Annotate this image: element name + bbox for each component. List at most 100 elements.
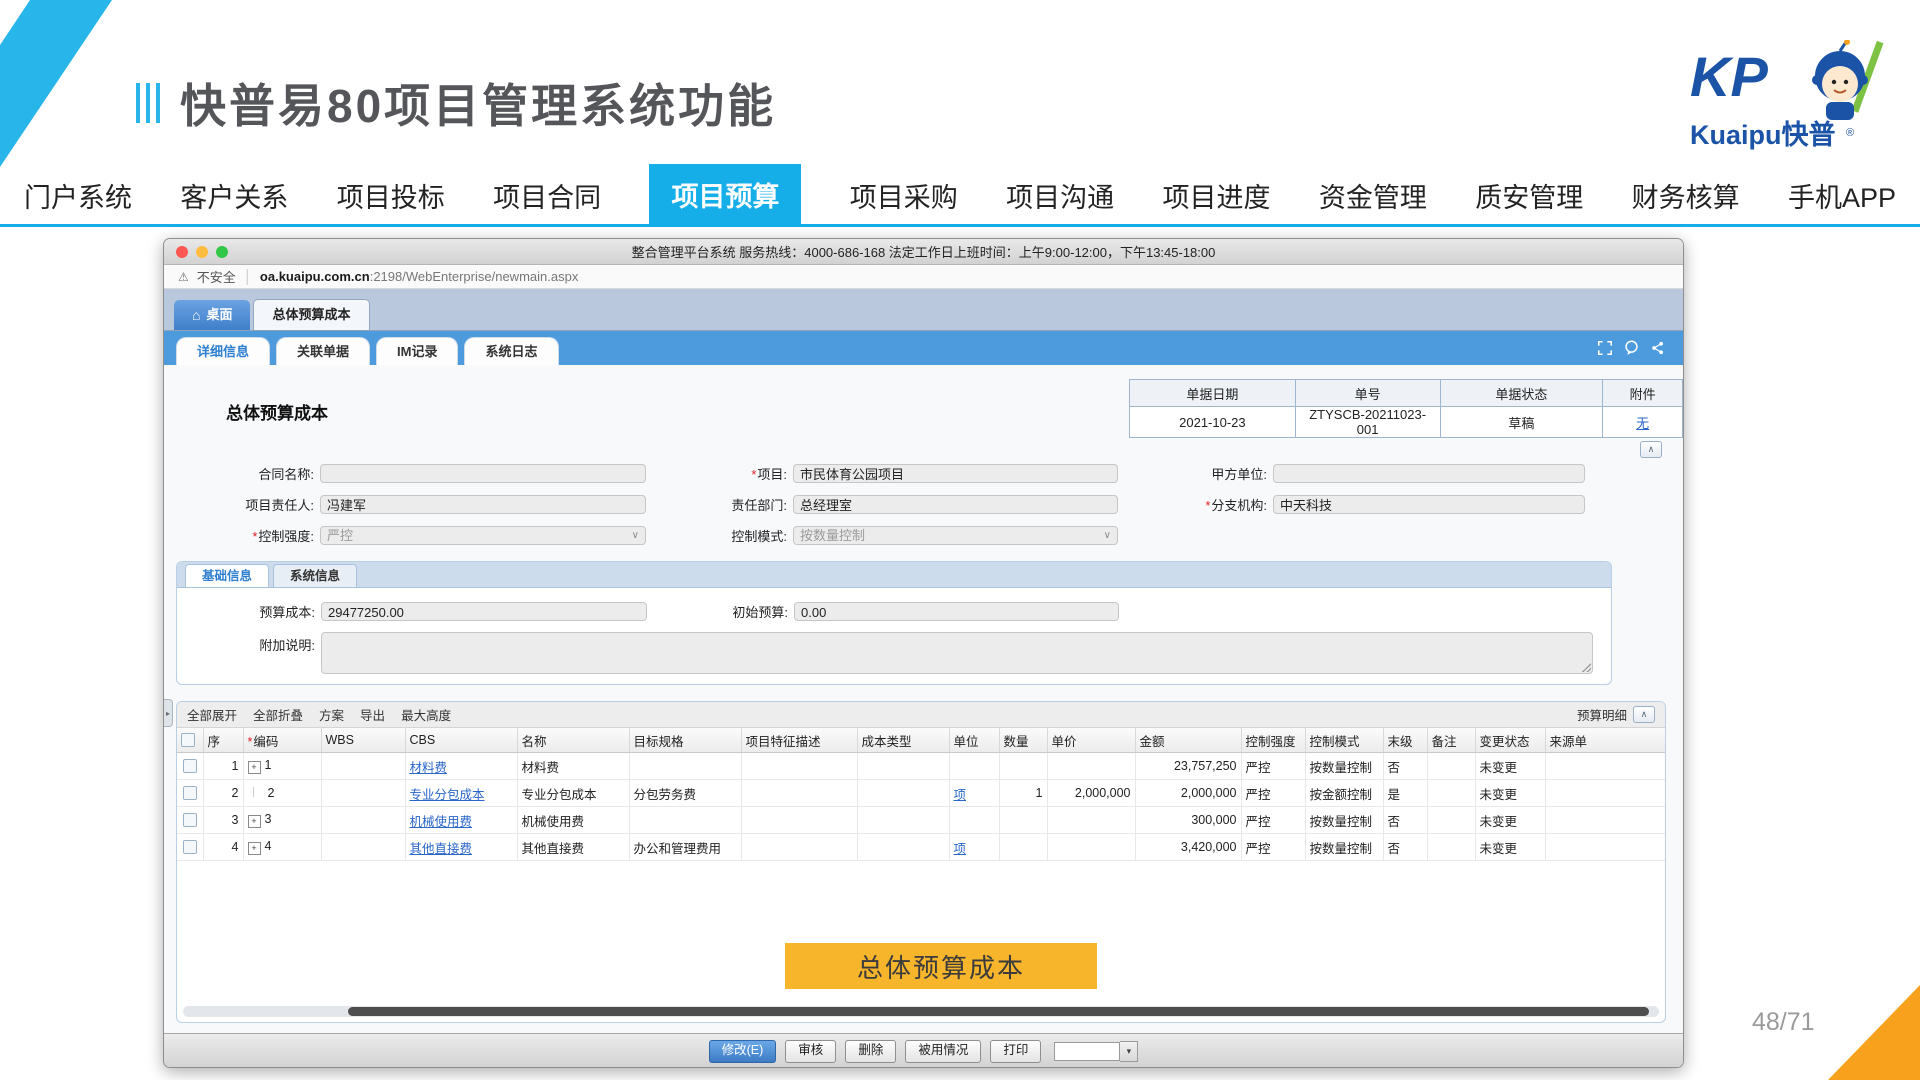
modify-button[interactable]: 修改(E) (709, 1040, 777, 1063)
control-mode-select[interactable]: 按数量控制∨ (793, 526, 1118, 545)
col-strength: 控制强度 (1241, 728, 1305, 753)
unit-link[interactable]: 项 (954, 788, 967, 802)
tab-budget-document[interactable]: 总体预算成本 (253, 299, 369, 330)
cyan-corner-decoration (0, 0, 122, 170)
cell-qty: 1 (999, 780, 1047, 807)
document-content: 总体预算成本 单据日期 单号 单据状态 附件 2021-10-23 ZTYSCB… (164, 365, 1683, 1033)
export-button[interactable]: 导出 (360, 705, 385, 724)
budget-cost-input[interactable]: 29477250.00 (321, 602, 647, 621)
cell-leaf: 是 (1383, 780, 1427, 807)
document-header-table: 单据日期 单号 单据状态 附件 2021-10-23 ZTYSCB-202110… (1129, 379, 1683, 438)
cell-name: 机械使用费 (517, 807, 629, 834)
cbs-link[interactable]: 机械使用费 (410, 815, 473, 829)
header-collapse-button[interactable]: ∧ (1640, 441, 1662, 458)
project-owner-input[interactable]: 冯建军 (320, 495, 646, 514)
party-a-input[interactable] (1273, 464, 1585, 483)
expand-node-icon[interactable]: + (248, 761, 261, 774)
nav-item-budget-active[interactable]: 项目预算 (649, 164, 801, 227)
expand-node-icon[interactable]: + (248, 815, 261, 828)
tab-system-info[interactable]: 系统信息 (273, 564, 357, 587)
cbs-link[interactable]: 其他直接费 (410, 842, 473, 856)
row-checkbox[interactable] (183, 786, 197, 800)
doc-number-value: ZTYSCB-20211023-001 (1295, 407, 1440, 438)
nav-item-bidding[interactable]: 项目投标 (337, 176, 445, 227)
minimize-window-icon[interactable] (196, 246, 208, 258)
url-path: :2198/WebEnterprise/newmain.aspx (370, 269, 579, 284)
address-bar[interactable]: ⚠ 不安全 │ oa.kuaipu.com.cn:2198/WebEnterpr… (164, 265, 1683, 289)
expand-node-icon[interactable]: + (248, 842, 261, 855)
attachment-link[interactable]: 无 (1636, 416, 1649, 431)
control-strength-label: *控制强度: (194, 526, 320, 545)
close-window-icon[interactable] (176, 246, 188, 258)
note-textarea[interactable] (321, 632, 1593, 674)
cell-wbs (321, 834, 405, 861)
nav-item-progress[interactable]: 项目进度 (1163, 176, 1271, 227)
share-icon[interactable] (1651, 341, 1665, 355)
project-input[interactable]: 市民体育公园项目 (793, 464, 1118, 483)
department-input[interactable]: 总经理室 (793, 495, 1118, 514)
fullscreen-icon[interactable] (1598, 341, 1612, 355)
tab-desktop[interactable]: ⌂ 桌面 (174, 300, 250, 330)
nav-item-portal[interactable]: 门户系统 (24, 176, 132, 227)
nav-item-contract[interactable]: 项目合同 (493, 176, 601, 227)
col-code: *编码 (243, 728, 321, 753)
budget-cost-label: 预算成本: (195, 602, 321, 621)
cell-cost-type (857, 807, 949, 834)
tab-detail-info[interactable]: 详细信息 (176, 337, 270, 365)
nav-item-mobile-app[interactable]: 手机APP (1788, 176, 1896, 227)
max-height-button[interactable]: 最大高度 (401, 705, 451, 724)
delete-button[interactable]: 删除 (845, 1040, 896, 1063)
row-checkbox[interactable] (183, 813, 197, 827)
more-actions-combobox[interactable]: ▾ (1054, 1041, 1138, 1062)
unit-link[interactable]: 项 (954, 842, 967, 856)
nav-item-crm[interactable]: 客户关系 (180, 176, 288, 227)
cbs-link[interactable]: 专业分包成本 (410, 788, 485, 802)
cell-code: +3 (243, 807, 321, 834)
horizontal-scrollbar[interactable] (183, 1006, 1659, 1017)
nav-item-funds[interactable]: 资金管理 (1319, 176, 1427, 227)
expand-all-button[interactable]: 全部展开 (187, 705, 237, 724)
approve-button[interactable]: 审核 (785, 1040, 836, 1063)
col-change-status: 变更状态 (1475, 728, 1545, 753)
row-checkbox[interactable] (183, 759, 197, 773)
scrollbar-thumb[interactable] (348, 1007, 1649, 1016)
cell-code: 2 (243, 780, 321, 807)
message-icon[interactable] (1624, 340, 1639, 355)
resize-handle-icon[interactable] (1582, 663, 1591, 672)
required-mark: * (751, 467, 756, 482)
initial-budget-input[interactable]: 0.00 (794, 602, 1119, 621)
grid-collapse-button[interactable]: ∧ (1633, 706, 1655, 723)
cell-leaf: 否 (1383, 834, 1427, 861)
control-strength-select[interactable]: 严控∨ (320, 526, 646, 545)
print-button[interactable]: 打印 (990, 1040, 1041, 1063)
contract-name-input[interactable] (320, 464, 646, 483)
nav-item-quality[interactable]: 质安管理 (1475, 176, 1583, 227)
combobox-value[interactable] (1054, 1042, 1120, 1061)
mascot-body (1826, 102, 1854, 120)
cell-remark (1427, 753, 1475, 780)
combobox-arrow-icon[interactable]: ▾ (1120, 1041, 1138, 1062)
cbs-link[interactable]: 材料费 (410, 761, 448, 775)
usage-button[interactable]: 被用情况 (905, 1040, 981, 1063)
tab-related-docs[interactable]: 关联单据 (276, 337, 370, 365)
tab-system-log[interactable]: 系统日志 (464, 337, 558, 365)
collapse-all-button[interactable]: 全部折叠 (253, 705, 303, 724)
orange-corner-decoration (1828, 985, 1920, 1080)
nav-item-communication[interactable]: 项目沟通 (1006, 176, 1114, 227)
field-branch: *分支机构: 中天科技 (1149, 494, 1585, 515)
zoom-window-icon[interactable] (216, 246, 228, 258)
nav-item-procurement[interactable]: 项目采购 (850, 176, 958, 227)
tab-basic-info[interactable]: 基础信息 (185, 564, 269, 587)
module-navbar: 门户系统 客户关系 项目投标 项目合同 项目预算 项目采购 项目沟通 项目进度 … (0, 178, 1920, 227)
row-checkbox[interactable] (183, 840, 197, 854)
detail-tabbar: 详细信息 关联单据 IM记录 系统日志 (164, 331, 1683, 365)
scheme-button[interactable]: 方案 (319, 705, 344, 724)
tree-indent-icon (253, 787, 264, 797)
sidebar-collapse-handle[interactable]: ▸ (164, 699, 173, 727)
title-accent-bars-icon (136, 83, 160, 123)
select-all-checkbox[interactable] (181, 733, 195, 747)
nav-item-finance[interactable]: 财务核算 (1632, 176, 1740, 227)
branch-input[interactable]: 中天科技 (1273, 495, 1585, 514)
tab-im-log[interactable]: IM记录 (376, 337, 458, 365)
cell-spec: 办公和管理费用 (629, 834, 741, 861)
